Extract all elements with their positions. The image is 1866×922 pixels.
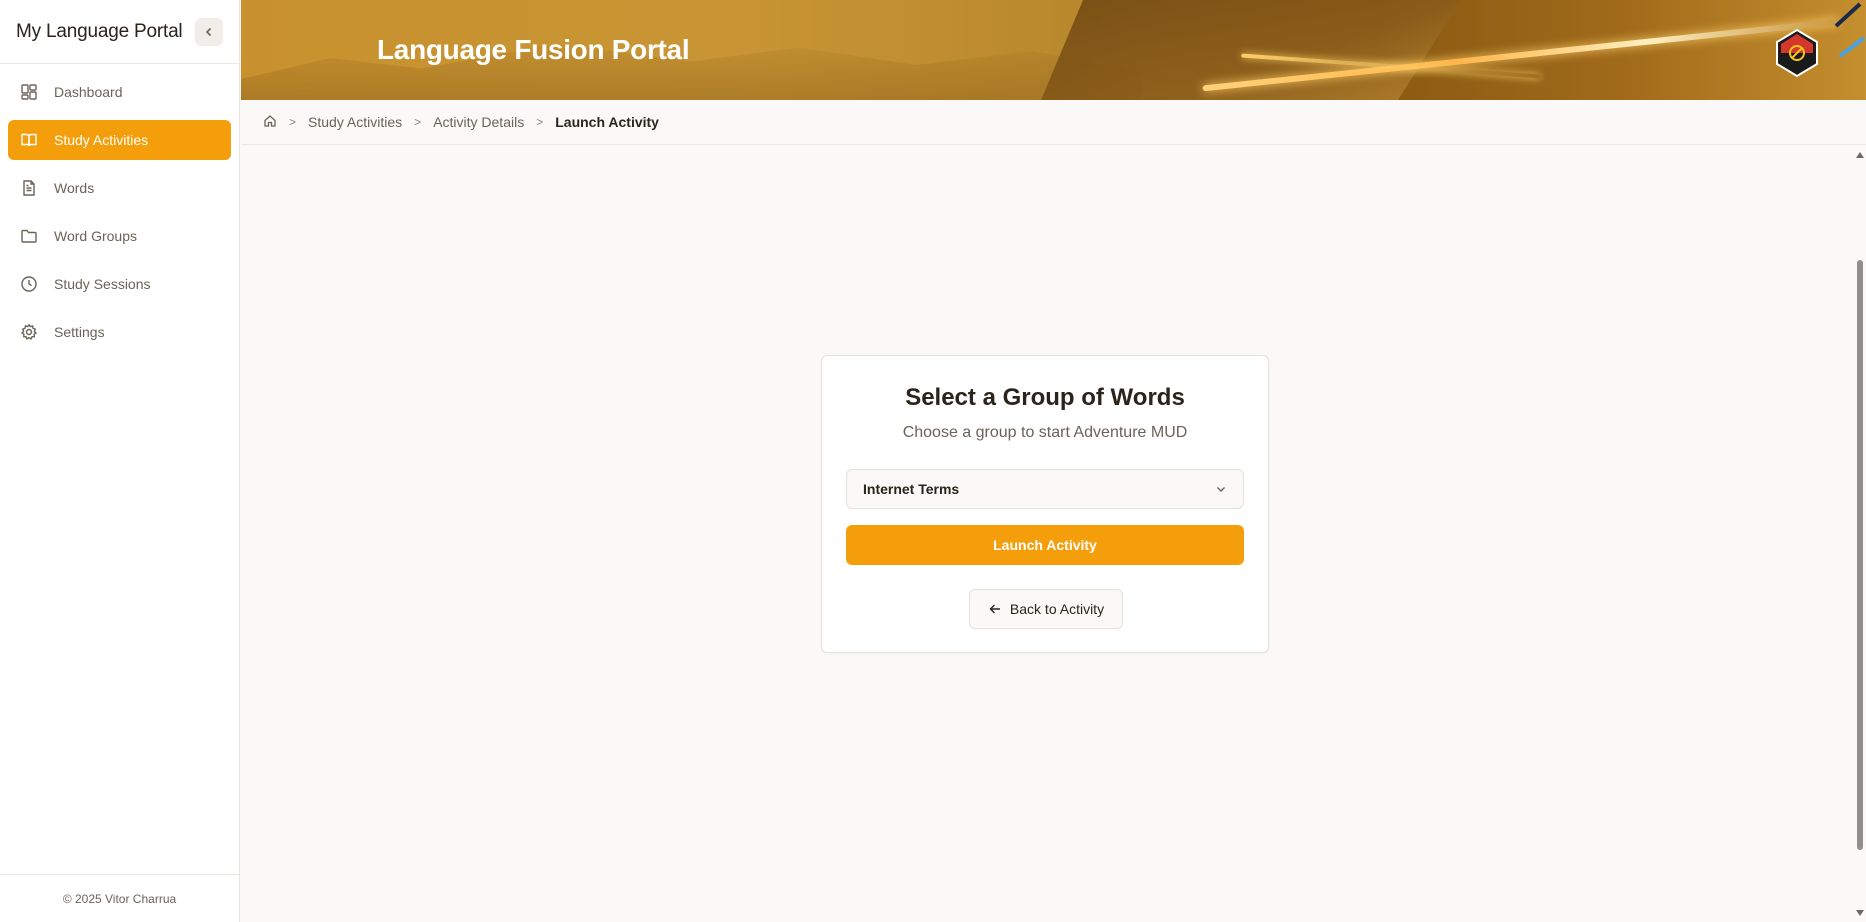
sidebar-item-label: Words — [54, 180, 95, 196]
breadcrumb-activity-details[interactable]: Activity Details — [433, 114, 524, 130]
book-open-icon — [20, 131, 38, 149]
scrollbar[interactable] — [1854, 146, 1866, 922]
sidebar-item-words[interactable]: Words — [8, 168, 231, 208]
breadcrumb: > Study Activities > Activity Details > … — [241, 100, 1866, 145]
back-button-label: Back to Activity — [1009, 601, 1105, 617]
home-icon[interactable] — [263, 114, 277, 131]
folder-icon — [20, 227, 38, 245]
chevron-left-icon — [205, 27, 212, 36]
sidebar-item-label: Study Activities — [54, 132, 149, 148]
chevron-right-icon: > — [536, 115, 544, 129]
pencils-icon — [1834, 2, 1866, 58]
select-value: Internet Terms — [863, 481, 960, 497]
app-title: My Language Portal — [16, 20, 183, 42]
page-title: Language Fusion Portal — [377, 34, 690, 65]
banner-mountains — [241, 44, 1141, 100]
scrollbar-thumb[interactable] — [1857, 260, 1863, 850]
chevron-right-icon: > — [289, 115, 297, 129]
clock-icon — [20, 275, 38, 293]
chevron-down-icon — [1217, 487, 1225, 492]
dashboard-icon — [20, 83, 38, 101]
sidebar-item-label: Dashboard — [54, 84, 123, 100]
file-text-icon — [20, 179, 38, 197]
gear-icon — [20, 323, 38, 341]
collapse-sidebar-button[interactable] — [195, 17, 223, 46]
sidebar-item-settings[interactable]: Settings — [8, 312, 231, 352]
sidebar-item-label: Study Sessions — [54, 276, 151, 292]
sidebar-item-word-groups[interactable]: Word Groups — [8, 216, 231, 256]
sidebar-item-label: Word Groups — [54, 228, 137, 244]
scroll-down-arrow-icon[interactable] — [1856, 910, 1864, 916]
sidebar-nav: Dashboard Study Activities Words Word Gr… — [0, 64, 239, 874]
sidebar-item-study-sessions[interactable]: Study Sessions — [8, 264, 231, 304]
scroll-up-arrow-icon[interactable] — [1856, 152, 1864, 158]
sidebar-item-study-activities[interactable]: Study Activities — [8, 120, 231, 160]
breadcrumb-study-activities[interactable]: Study Activities — [308, 114, 402, 130]
card-title: Select a Group of Words — [905, 384, 1185, 411]
sidebar-item-label: Settings — [54, 324, 105, 340]
sidebar-footer: © 2025 Vitor Charrua — [0, 874, 239, 922]
launch-card: Select a Group of Words Choose a group t… — [821, 355, 1269, 653]
chevron-right-icon: > — [414, 115, 422, 129]
made-in-angola-badge-icon — [1776, 28, 1818, 78]
card-subtitle: Choose a group to start Adventure MUD — [902, 424, 1188, 441]
header-banner: Language Fusion Portal — [241, 0, 1866, 100]
word-group-select[interactable]: Internet Terms — [846, 469, 1244, 509]
sidebar: My Language Portal Dashboard Study Activ… — [0, 0, 240, 922]
arrow-left-icon — [989, 604, 1000, 614]
launch-activity-button[interactable]: Launch Activity — [846, 525, 1244, 565]
sidebar-header: My Language Portal — [0, 0, 239, 64]
sidebar-item-dashboard[interactable]: Dashboard — [8, 72, 231, 112]
back-to-activity-button[interactable]: Back to Activity — [969, 589, 1123, 629]
breadcrumb-current: Launch Activity — [555, 114, 659, 130]
